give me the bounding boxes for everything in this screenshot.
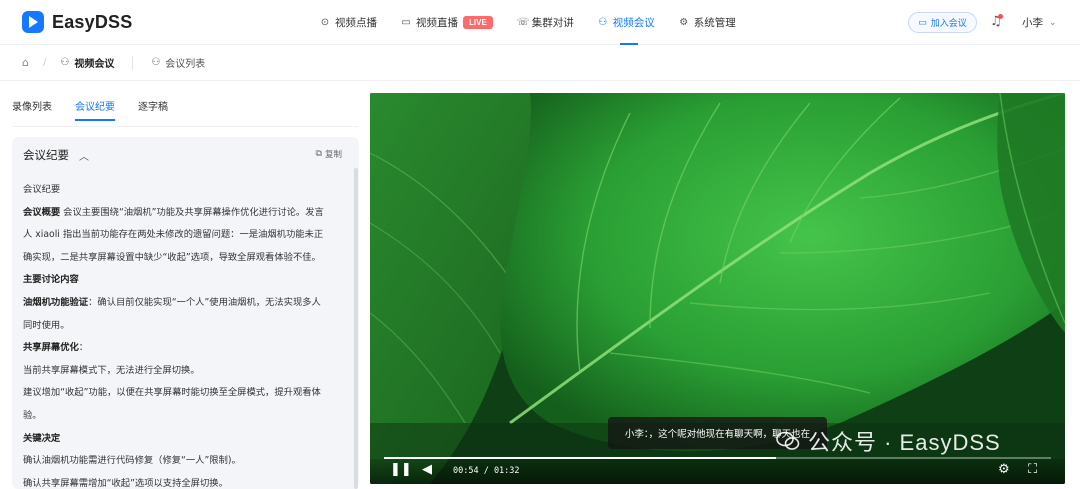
volume-icon[interactable]: ◀ — [422, 462, 432, 477]
video-controls: ❚❚ ◀ 00:54 / 01:32 ⚙ ⛶ — [370, 459, 1065, 484]
breadcrumb-separator: / — [42, 57, 47, 68]
join-meeting-button[interactable]: ▭ 加入会议 — [908, 12, 977, 33]
minutes-line: 当前共享屏幕模式下，无法进行全屏切换。 — [23, 364, 200, 376]
video-player[interactable]: 小李：，这个呢对他现在有聊天啊，聊天也在 公众号 · EasyDSS ❚❚ ◀ … — [370, 93, 1065, 484]
join-meeting-label: 加入会议 — [930, 19, 967, 29]
minutes-line: 确实现，二是共享屏幕设置中缺少“收起”选项，导致全屏观看体验不佳。 — [23, 251, 321, 263]
nav-item-vod[interactable]: ⊙ 视频点播 — [320, 0, 377, 45]
copy-button[interactable]: ⧉ 复制 — [316, 148, 342, 160]
gear-icon: ⚙ — [679, 17, 689, 28]
user-name: 小李 — [1022, 17, 1043, 29]
nav-item-live[interactable]: ▭ 视频直播 LIVE — [401, 0, 493, 45]
user-menu[interactable]: 小李 ⌄ — [1022, 15, 1057, 30]
minutes-line: 同时使用。 — [23, 319, 70, 331]
minutes-line: 人 xiaoli 指出当前功能存在两处未修改的遗留问题：一是油烟机功能未正 — [23, 229, 324, 241]
minutes-line: 共享屏幕优化： — [23, 342, 89, 354]
card-title: 会议纪要 — [23, 148, 69, 162]
minutes-line: 建议增加“收起”功能，以便在共享屏幕时能切换至全屏模式，提升观看体 — [23, 387, 321, 399]
minutes-line: 会议概要 会议主要围绕“油烟机”功能及共享屏幕操作优化进行讨论。发言 — [23, 206, 324, 218]
minutes-line: 验。 — [23, 409, 42, 421]
video-camera-icon: ▭ — [401, 17, 411, 28]
phone-icon: ☏ — [516, 17, 530, 28]
minutes-line: 关键决定 — [23, 432, 61, 444]
logo-icon — [22, 11, 44, 33]
minutes-line: 确认共享屏幕需增加“收起”选项以支持全屏切换。 — [23, 477, 228, 489]
minutes-content: 会议纪要 会议概要 会议主要围绕“油烟机”功能及共享屏幕操作优化进行讨论。发言 … — [23, 179, 343, 489]
minutes-scrollbar[interactable] — [354, 168, 358, 489]
home-icon[interactable]: ⌂ — [22, 56, 29, 69]
play-circle-icon: ⊙ — [320, 17, 330, 28]
breadcrumb: ⌂ / ⚇ 视频会议 ⚇ 会议列表 — [0, 45, 1080, 81]
nav-item-meeting[interactable]: ⚇ 视频会议 — [598, 0, 655, 45]
tabs-divider — [12, 126, 358, 127]
main-nav: ⊙ 视频点播 ▭ 视频直播 LIVE ☏ 集群对讲 ⚇ 视频会议 ⚙ 系统管理 — [320, 0, 760, 45]
notification-dot — [998, 14, 1003, 19]
app-logo[interactable]: EasyDSS — [22, 11, 132, 33]
meeting-users-icon: ⚇ — [60, 57, 70, 68]
nav-item-label: 视频直播 — [416, 17, 458, 29]
breadcrumb-item-meeting[interactable]: ⚇ 视频会议 — [60, 55, 114, 70]
meeting-users-icon: ⚇ — [598, 17, 608, 28]
breadcrumb-label: 会议列表 — [165, 59, 206, 70]
video-camera-icon: ▭ — [918, 17, 927, 28]
pause-icon[interactable]: ❚❚ — [390, 462, 412, 477]
breadcrumb-divider — [132, 55, 134, 70]
minutes-line: 主要讨论内容 — [23, 274, 79, 286]
minutes-line: 会议纪要 — [23, 184, 61, 195]
minutes-line: 油烟机功能验证：确认目前仅能实现“一个人”使用油烟机，无法实现多人 — [23, 296, 321, 308]
nav-item-label: 系统管理 — [693, 17, 736, 29]
nav-item-label: 集群对讲 — [531, 17, 574, 29]
live-badge: LIVE — [463, 16, 493, 29]
copy-icon: ⧉ — [315, 149, 322, 159]
meeting-minutes-card: 会议纪要 ︿ ⧉ 复制 会议纪要 会议概要 会议主要围绕“油烟机”功能及共享屏幕… — [12, 137, 359, 489]
meeting-users-icon: ⚇ — [151, 57, 161, 68]
watermark-text: 公众号 · EasyDSS — [808, 430, 1001, 455]
video-time: 00:54 / 01:32 — [453, 466, 520, 476]
settings-gear-icon[interactable]: ⚙ — [998, 462, 1010, 477]
tab-meeting-minutes[interactable]: 会议纪要 — [75, 98, 115, 121]
nav-item-label: 视频会议 — [612, 17, 655, 29]
breadcrumb-item-meeting-list[interactable]: ⚇ 会议列表 — [151, 55, 205, 70]
minutes-line: 确认油烟机功能需进行代码修复（修复“一人”限制)。 — [23, 455, 241, 467]
top-navbar: EasyDSS ⊙ 视频点播 ▭ 视频直播 LIVE ☏ 集群对讲 ⚇ 视频会议… — [0, 0, 1080, 45]
chevron-up-icon[interactable]: ︿ — [79, 148, 89, 163]
nav-item-intercom[interactable]: ☏ 集群对讲 — [517, 0, 574, 45]
nav-item-system[interactable]: ⚙ 系统管理 — [679, 0, 736, 45]
left-panel-tabs: 录像列表 会议纪要 逐字稿 — [12, 98, 191, 121]
app-name: EasyDSS — [52, 11, 133, 32]
tab-recordings[interactable]: 录像列表 — [12, 98, 52, 121]
breadcrumb-label: 视频会议 — [74, 59, 115, 70]
tab-transcript[interactable]: 逐字稿 — [138, 98, 168, 121]
nav-item-label: 视频点播 — [335, 17, 377, 29]
fullscreen-icon[interactable]: ⛶ — [1028, 462, 1037, 477]
wechat-icon — [776, 431, 800, 450]
card-header[interactable]: 会议纪要 ︿ — [23, 147, 89, 163]
chevron-down-icon: ⌄ — [1049, 17, 1057, 28]
copy-label: 复制 — [324, 150, 342, 160]
wechat-watermark: 公众号 · EasyDSS — [776, 425, 1001, 457]
